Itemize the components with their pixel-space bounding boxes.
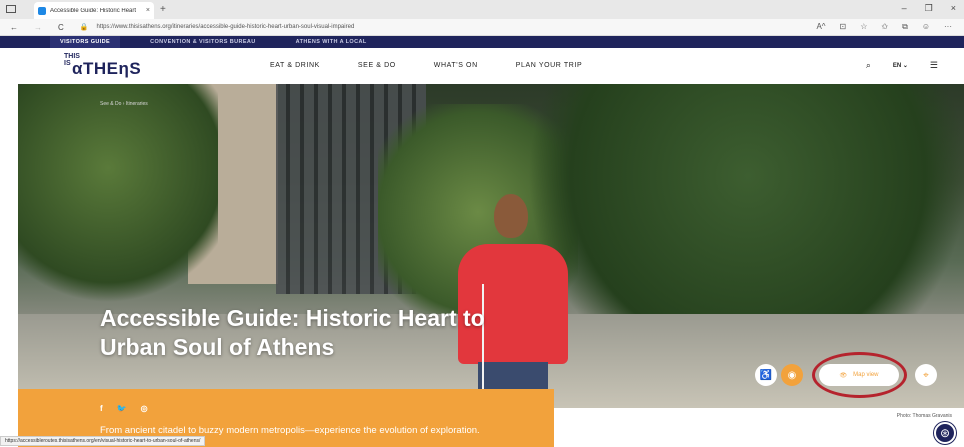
hamburger-menu-icon[interactable]: ☰ (930, 60, 938, 71)
nav-plan-your-trip[interactable]: PLAN YOUR TRIP (516, 62, 583, 69)
collections-icon[interactable]: ⧉ (902, 22, 908, 32)
back-icon[interactable]: ← (10, 23, 18, 32)
nav-whats-on[interactable]: WHAT'S ON (434, 62, 478, 69)
instagram-icon[interactable]: ◎ (141, 404, 148, 413)
nav-see-do[interactable]: SEE & DO (358, 62, 396, 69)
minimize-button[interactable]: – (902, 3, 907, 14)
strip-convention-bureau[interactable]: CONVENTION & VISITORS BUREAU (140, 36, 266, 48)
strip-athens-with-a-local[interactable]: ATHENS WITH A LOCAL (286, 36, 377, 48)
hero-tree-left (18, 84, 218, 324)
tab-close-icon[interactable]: × (146, 7, 150, 14)
status-bar-url: https://accessibleroutes.thisisathens.or… (0, 436, 206, 446)
close-window-button[interactable]: × (951, 3, 956, 14)
page-title: Accessible Guide: Historic Heart to Urba… (100, 305, 485, 360)
profile-icon[interactable]: ☺ (922, 22, 930, 32)
new-tab-button[interactable]: + (160, 4, 166, 15)
breadcrumb[interactable]: See & Do › Itineraries (100, 101, 148, 107)
browser-tab-active[interactable]: Accessible Guide: Historic Heart × (34, 2, 154, 19)
window-controls: – ❐ × (902, 3, 956, 14)
visual-impaired-icon[interactable]: ◉ (781, 364, 803, 386)
strip-visitors-guide[interactable]: VISITORS GUIDE (50, 36, 121, 48)
highlight-ring (812, 352, 907, 398)
restore-button[interactable]: ❐ (925, 3, 933, 14)
site-favicon-icon (38, 6, 46, 15)
hero-person (458, 194, 568, 408)
wheelchair-icon[interactable]: ♿ (755, 364, 777, 386)
forward-icon[interactable]: → (34, 23, 42, 32)
browser-tab-bar: Accessible Guide: Historic Heart × + – ❐… (0, 0, 964, 19)
address-bar: ← → C 🔒 https://www.thisisathens.org/iti… (0, 19, 964, 36)
app-view-icon[interactable]: ⊡ (840, 22, 847, 32)
more-icon[interactable]: ··· (944, 22, 952, 32)
read-aloud-icon[interactable]: A^ (816, 22, 825, 32)
tab-title: Accessible Guide: Historic Heart (50, 7, 137, 14)
search-icon[interactable]: ⌕ (866, 60, 871, 71)
photo-credit: Photo: Thomas Gravanis (896, 413, 952, 419)
facebook-icon[interactable]: f (100, 404, 103, 413)
logo-big-text: αTHEηS (72, 59, 142, 78)
url-field[interactable]: 🔒 https://www.thisisathens.org/itinerari… (80, 23, 355, 31)
favorite-icon[interactable]: ☆ (860, 22, 867, 32)
reload-icon[interactable]: C (58, 23, 64, 32)
site-top-strip: VISITORS GUIDE CONVENTION & VISITORS BUR… (0, 36, 964, 48)
language-selector[interactable]: EN ⌄ (893, 62, 908, 69)
url-text: https://www.thisisathens.org/itineraries… (96, 24, 355, 30)
accessibility-icon[interactable]: ⊛ (934, 422, 956, 444)
favorites-list-icon[interactable]: ✩ (881, 22, 888, 32)
twitter-icon[interactable]: 🐦 (117, 404, 127, 413)
nav-eat-drink[interactable]: EAT & DRINK (270, 62, 320, 69)
location-pin-icon[interactable]: ⌖ (915, 364, 937, 386)
lock-icon[interactable]: 🔒 (80, 23, 89, 31)
site-logo[interactable]: THIS IS αTHEηS (64, 53, 141, 78)
window-menu-icon[interactable] (6, 5, 16, 13)
main-navigation: THIS IS αTHEηS EAT & DRINK SEE & DO WHAT… (0, 48, 964, 84)
